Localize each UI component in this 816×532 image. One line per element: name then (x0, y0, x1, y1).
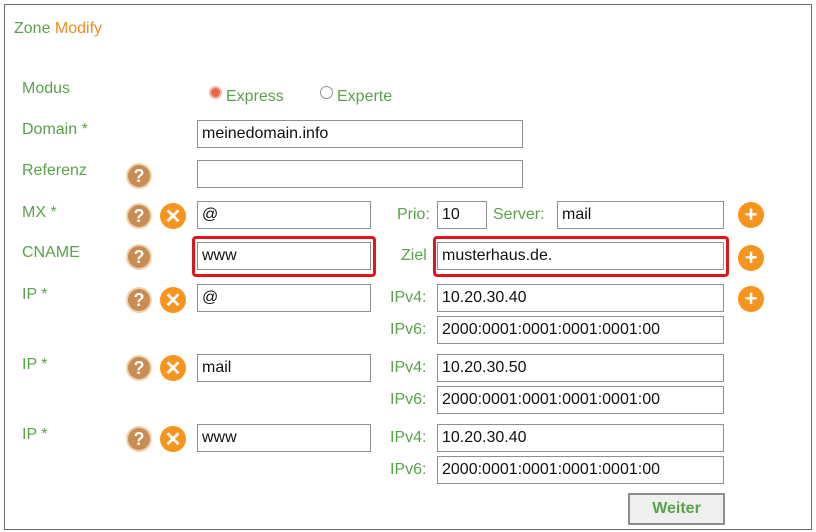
ipv6-input[interactable]: 2000:0001:0001:0001:0001:00 (437, 386, 724, 414)
ip-help-icon[interactable]: ? (126, 287, 152, 313)
mx-server-input[interactable]: mail (557, 201, 724, 229)
radio-experte-label[interactable]: Experte (337, 88, 392, 106)
ipv4-input[interactable]: 10.20.30.50 (437, 354, 724, 382)
ip-host-input[interactable]: mail (197, 354, 371, 382)
mx-prio-input[interactable]: 10 (437, 201, 487, 229)
ip-help-icon[interactable]: ? (126, 355, 152, 381)
ip-delete-icon[interactable]: ✕ (160, 426, 186, 452)
ip-help-icon[interactable]: ? (126, 426, 152, 452)
cname-ziel-input[interactable]: musterhaus.de. (437, 242, 724, 270)
radio-express-label[interactable]: Express (226, 88, 284, 106)
domain-input[interactable]: meinedomain.info (197, 120, 523, 148)
referenz-help-icon[interactable]: ? (126, 163, 152, 189)
ipv6-label: IPv6: (390, 391, 427, 408)
ipv6-input[interactable]: 2000:0001:0001:0001:0001:00 (437, 316, 724, 344)
ip-delete-icon[interactable]: ✕ (160, 287, 186, 313)
radio-express[interactable] (209, 86, 222, 99)
mx-host-input[interactable]: @ (197, 201, 371, 229)
cname-host-input[interactable]: www (197, 242, 371, 270)
ip-label: IP * (22, 426, 48, 443)
ip-add-icon[interactable]: + (738, 286, 764, 312)
ipv4-input[interactable]: 10.20.30.40 (437, 424, 724, 452)
ipv4-label: IPv4: (390, 359, 427, 376)
weiter-button[interactable]: Weiter (628, 493, 725, 525)
modus-label: Modus (22, 80, 71, 97)
ip-label: IP * (22, 356, 48, 373)
ipv4-label: IPv4: (390, 429, 427, 446)
domain-label: Domain * (22, 121, 88, 138)
mx-server-label: Server: (493, 206, 545, 223)
mx-label: MX * (22, 204, 57, 221)
mx-delete-icon[interactable]: ✕ (160, 203, 186, 229)
referenz-label: Referenz (22, 162, 87, 179)
ipv6-label: IPv6: (390, 321, 427, 338)
ip-delete-icon[interactable]: ✕ (160, 355, 186, 381)
cname-help-icon[interactable]: ? (126, 244, 152, 270)
cname-label: CNAME (22, 244, 80, 261)
ipv4-label: IPv4: (390, 289, 427, 306)
ip-host-input[interactable]: @ (197, 284, 371, 312)
referenz-input[interactable] (197, 160, 523, 188)
radio-experte[interactable] (320, 86, 333, 99)
cname-add-icon[interactable]: + (738, 245, 764, 271)
cname-ziel-label: Ziel (401, 247, 427, 264)
title-zone: Zone (14, 20, 51, 37)
ipv6-label: IPv6: (390, 461, 427, 478)
ip-label: IP * (22, 286, 48, 303)
ipv6-input[interactable]: 2000:0001:0001:0001:0001:00 (437, 456, 724, 484)
title-modify: Modify (54, 20, 103, 37)
page-title: Zone Modify (14, 20, 102, 38)
mx-prio-label: Prio: (397, 206, 430, 223)
ipv4-input[interactable]: 10.20.30.40 (437, 284, 724, 312)
ip-host-input[interactable]: www (197, 424, 371, 452)
mx-help-icon[interactable]: ? (126, 203, 152, 229)
mx-add-icon[interactable]: + (738, 202, 764, 228)
